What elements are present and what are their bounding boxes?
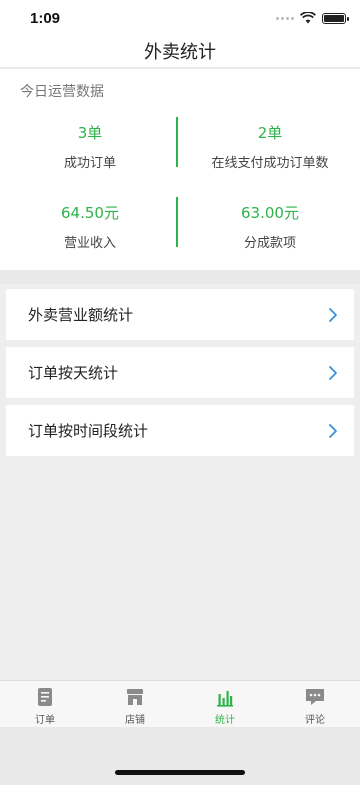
tab-label: 店铺 <box>125 715 145 726</box>
metric-label: 在线支付成功订单数 <box>211 156 329 171</box>
metric-value: 2单 <box>257 124 283 142</box>
metric-label: 营业收入 <box>63 236 116 251</box>
metric-label: 成功订单 <box>63 156 116 171</box>
order-document-icon <box>38 688 52 706</box>
metric-divider <box>176 197 178 247</box>
tab-comments[interactable]: 评论 <box>270 681 360 727</box>
home-indicator[interactable] <box>115 770 245 775</box>
metric-value: 3单 <box>77 124 103 142</box>
tab-bar: 订单 店铺 统计 评论 <box>0 680 360 727</box>
metric-success-orders: 3单 成功订单 <box>0 122 180 171</box>
chevron-right-icon <box>329 365 337 380</box>
signal-dots-icon <box>276 16 294 20</box>
tab-shop[interactable]: 店铺 <box>90 681 180 727</box>
metric-value: 63.00元 <box>241 204 299 222</box>
tab-label: 评论 <box>305 715 325 726</box>
status-time: 1:09 <box>30 10 61 27</box>
menu-item-timeslot-order-stats[interactable]: 订单按时间段统计 <box>6 405 354 456</box>
comment-bubble-icon <box>306 689 324 705</box>
menu-item-label: 订单按天统计 <box>28 364 119 382</box>
nav-bar: 外卖统计 <box>0 34 360 68</box>
tab-label: 统计 <box>215 715 235 726</box>
section-gap <box>0 270 360 284</box>
menu-item-daily-order-stats[interactable]: 订单按天统计 <box>6 347 354 398</box>
bar-chart-icon <box>217 691 233 707</box>
metric-label: 分成款项 <box>243 236 296 251</box>
metric-online-paid-orders: 2单 在线支付成功订单数 <box>180 122 360 171</box>
tab-label: 订单 <box>35 715 55 726</box>
home-indicator-area <box>0 727 360 785</box>
page-title: 外卖统计 <box>144 41 216 63</box>
menu-item-label: 订单按时间段统计 <box>28 422 149 440</box>
battery-icon <box>322 12 349 24</box>
menu-item-label: 外卖营业额统计 <box>28 306 134 324</box>
chevron-right-icon <box>329 307 337 322</box>
tab-orders[interactable]: 订单 <box>0 681 90 727</box>
metric-divider <box>176 117 178 167</box>
status-icons <box>276 12 349 24</box>
menu-item-sales-stats[interactable]: 外卖营业额统计 <box>6 289 354 340</box>
wifi-icon <box>300 12 316 24</box>
shop-icon <box>127 689 143 705</box>
metric-value: 64.50元 <box>61 204 119 222</box>
metric-revenue: 64.50元 营业收入 <box>0 202 180 251</box>
ops-summary-panel: 今日运营数据 3单 成功订单 2单 在线支付成功订单数 64.50元 营业收入 … <box>0 69 360 270</box>
ops-section-title: 今日运营数据 <box>20 84 104 100</box>
tab-statistics[interactable]: 统计 <box>180 681 270 727</box>
status-bar: 1:09 <box>0 0 360 34</box>
metric-split-amount: 63.00元 分成款项 <box>180 202 360 251</box>
chevron-right-icon <box>329 423 337 438</box>
